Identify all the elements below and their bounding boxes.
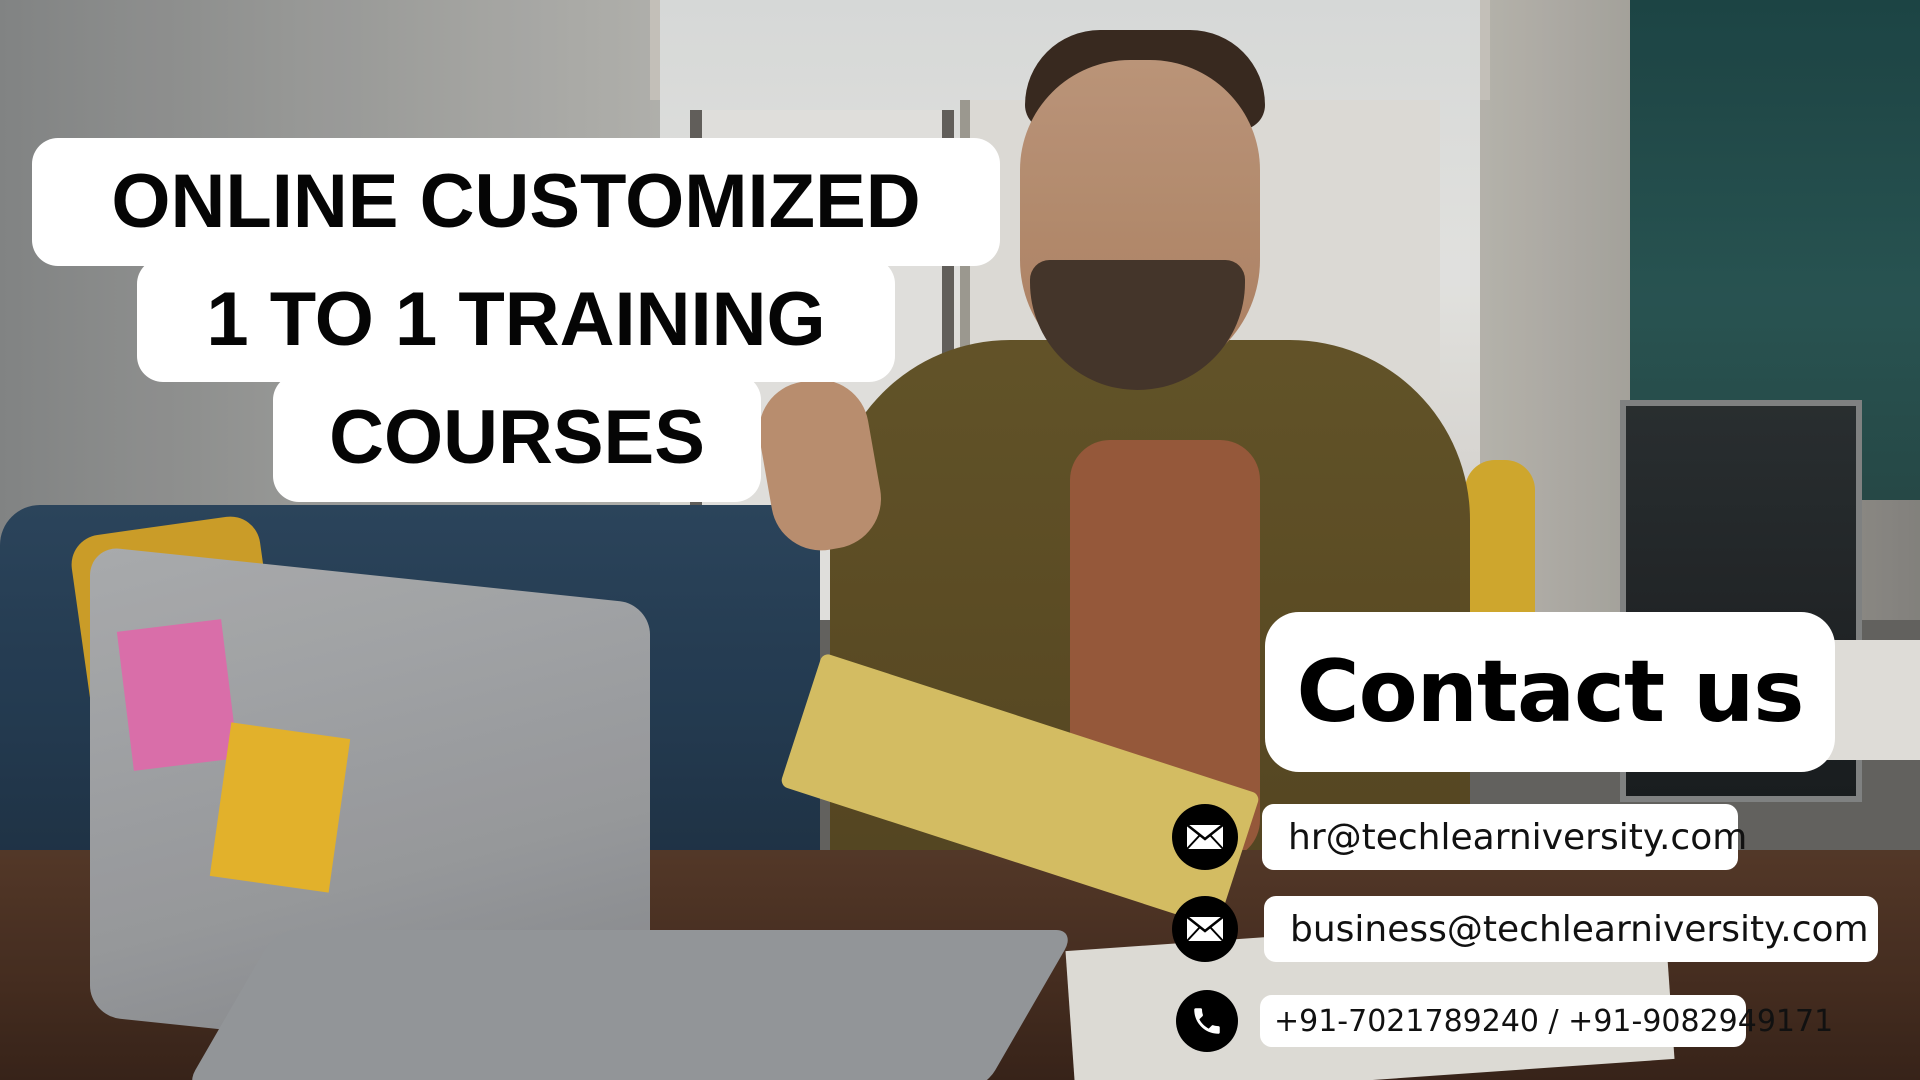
contact-phone-row: +91-7021789240 / +91-9082949171 [1176, 990, 1833, 1052]
contact-email-primary-row: hr@techlearniversity.com [1172, 804, 1747, 870]
email-primary-link[interactable]: hr@techlearniversity.com [1262, 804, 1747, 870]
contact-us-heading: Contact us [1265, 612, 1835, 772]
phone-numbers[interactable]: +91-7021789240 / +91-9082949171 [1260, 995, 1833, 1047]
envelope-icon [1172, 896, 1238, 962]
headline-line-2: 1 TO 1 TRAINING [137, 258, 895, 382]
envelope-icon [1172, 804, 1238, 870]
headline-line-3: COURSES [273, 374, 761, 502]
contact-email-secondary-row: business@techlearniversity.com [1172, 896, 1878, 962]
email-secondary-link[interactable]: business@techlearniversity.com [1264, 896, 1878, 962]
phone-icon [1176, 990, 1238, 1052]
headline-line-1: ONLINE CUSTOMIZED [32, 138, 1000, 266]
